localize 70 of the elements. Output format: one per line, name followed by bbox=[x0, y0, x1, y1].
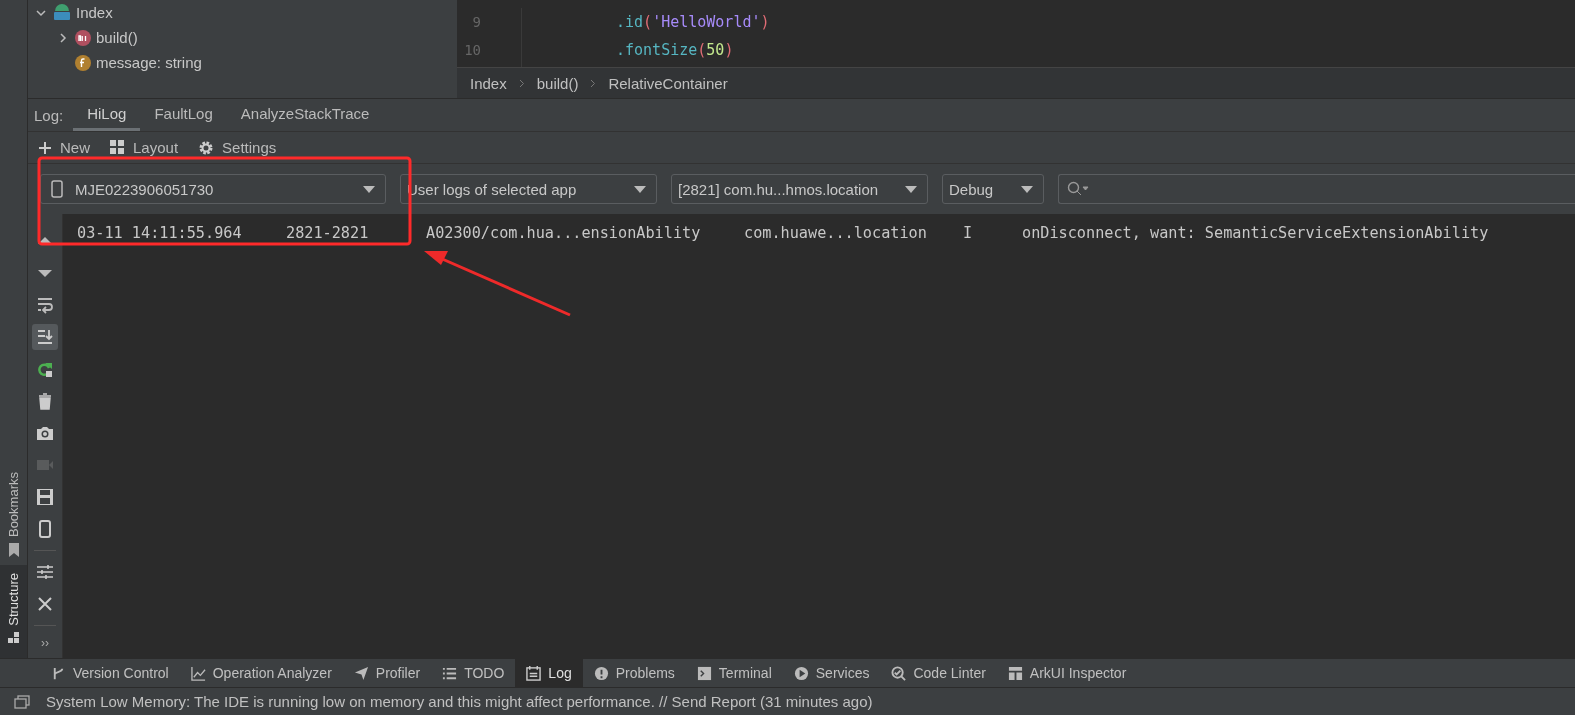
log-pid: 2821-2821 bbox=[286, 224, 370, 242]
search-icon bbox=[1067, 181, 1089, 197]
play-icon bbox=[793, 665, 809, 681]
status-message: System Low Memory: The IDE is running low on memory and this might affect performance. // Send Report (31 minutes ago) bbox=[46, 693, 873, 710]
paper-plane-icon bbox=[353, 665, 369, 681]
tool-window-tab[interactable]: Code Linter bbox=[880, 659, 997, 687]
list-icon bbox=[442, 665, 458, 681]
calendar-icon bbox=[526, 665, 542, 681]
tree-item[interactable]: build() bbox=[96, 29, 138, 46]
log-source-tab[interactable]: HiLog bbox=[73, 99, 141, 131]
layout-icon bbox=[1007, 665, 1023, 681]
filter-dropdown[interactable]: MJE0223906051730 bbox=[40, 174, 386, 204]
branch-icon bbox=[51, 665, 66, 681]
log-tag: A02300/com.hua...ensionAbility bbox=[426, 224, 744, 242]
caret-icon bbox=[1021, 185, 1033, 193]
plus-icon[interactable] bbox=[38, 140, 52, 155]
line-chart-icon bbox=[190, 665, 206, 681]
toolbar-button[interactable]: Settings bbox=[222, 139, 277, 156]
tree-item[interactable]: message: string bbox=[96, 54, 202, 71]
breadcrumb-item[interactable]: RelativeContainer bbox=[608, 74, 728, 92]
bookmark-icon bbox=[7, 543, 20, 558]
tool-window-tab[interactable]: Operation Analyzer bbox=[179, 659, 343, 687]
caret-icon bbox=[905, 185, 917, 193]
method-icon bbox=[74, 28, 92, 47]
log-time: 03-11 14:11:55.964 bbox=[77, 224, 243, 242]
tool-window-tab[interactable]: ArkUI Inspector bbox=[996, 659, 1138, 687]
tree-item[interactable]: Index bbox=[76, 4, 113, 21]
line-number: 9 bbox=[471, 13, 482, 32]
log-source-tab[interactable]: AnalyzeStackTrace bbox=[226, 99, 384, 131]
caret-icon bbox=[634, 185, 646, 193]
tool-window-tab[interactable]: Profiler bbox=[342, 659, 432, 687]
side-tab[interactable]: Bookmarks bbox=[0, 464, 27, 566]
tool-window-tab[interactable]: Terminal bbox=[685, 659, 783, 687]
alert-icon bbox=[593, 665, 609, 681]
log-message: onDisconnect, want: SemanticServiceExtensionAbility bbox=[1022, 224, 1489, 242]
line-number: 10 bbox=[463, 41, 482, 60]
tool-window-tab[interactable]: Log bbox=[515, 659, 583, 687]
breadcrumb-item[interactable]: build() bbox=[536, 74, 579, 92]
log-source-tab[interactable]: FaultLog bbox=[140, 99, 227, 131]
toolbar-button[interactable]: Layout bbox=[133, 139, 179, 156]
code-line: .id('HelloWorld') bbox=[615, 12, 770, 33]
scroll-end-icon[interactable] bbox=[32, 324, 58, 350]
log-level: I bbox=[963, 224, 974, 242]
terminal-icon bbox=[696, 665, 712, 681]
filter-dropdown[interactable]: [2821] com.hu...hmos.location bbox=[671, 174, 928, 204]
tool-window-tab[interactable]: Problems bbox=[582, 659, 686, 687]
tool-window-tab[interactable]: Version Control bbox=[40, 659, 180, 687]
caret-icon bbox=[363, 185, 375, 193]
breadcrumb-item[interactable]: Index bbox=[470, 74, 507, 92]
tool-window-tab[interactable]: Services bbox=[782, 659, 881, 687]
phone-icon bbox=[51, 180, 63, 198]
field-icon bbox=[74, 53, 92, 72]
side-tab[interactable]: Structure bbox=[0, 565, 27, 658]
chevron-icon bbox=[590, 78, 597, 88]
structure-icon bbox=[7, 632, 20, 644]
grid-icon[interactable] bbox=[110, 140, 125, 155]
log-label: Log: bbox=[34, 105, 65, 126]
chevron-icon bbox=[518, 78, 525, 88]
toolbar-button[interactable]: New bbox=[60, 139, 90, 156]
settings-icon[interactable] bbox=[198, 139, 215, 156]
code-line: .fontSize(50) bbox=[615, 40, 735, 61]
tool-window-tab[interactable]: TODO bbox=[431, 659, 516, 687]
chevron-icon[interactable] bbox=[34, 7, 48, 18]
file-icon bbox=[52, 2, 72, 23]
more-button[interactable]: ›› bbox=[41, 636, 49, 650]
magnifier-icon bbox=[891, 665, 907, 681]
log-package: com.huawe...location bbox=[744, 224, 928, 242]
windows-icon[interactable] bbox=[14, 694, 30, 709]
filter-dropdown[interactable]: Debug bbox=[942, 174, 1044, 204]
search-field[interactable] bbox=[1058, 174, 1575, 204]
